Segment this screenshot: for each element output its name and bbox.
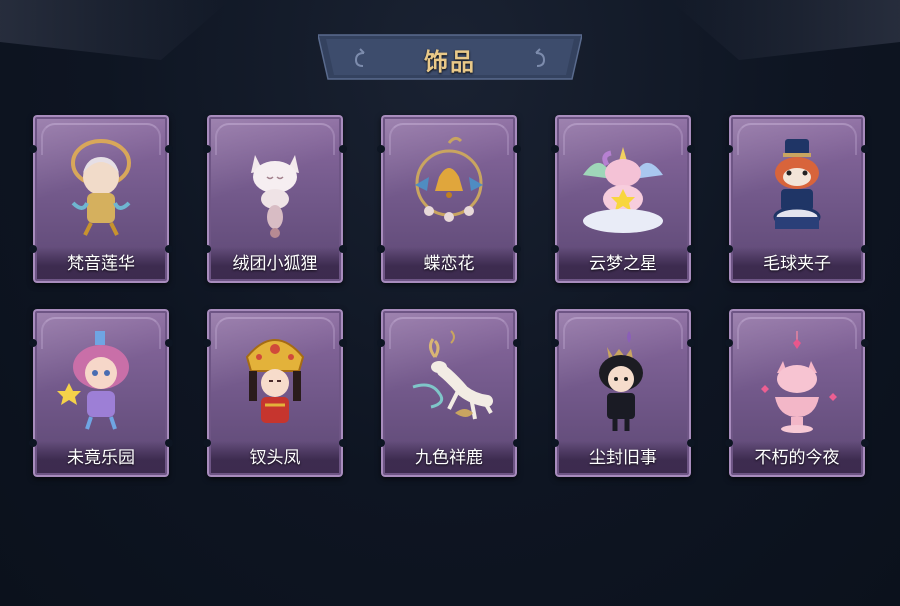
phoenix-crown-bride-icon: [245, 339, 305, 423]
white-deer-icon: [412, 330, 493, 420]
accessory-name: 绒团小狐狸: [211, 247, 339, 279]
accessory-name: 钗头凤: [211, 441, 339, 473]
accessory-card[interactable]: 钗头凤: [203, 309, 347, 477]
accessory-name: 梵音莲华: [37, 247, 165, 279]
accessory-card[interactable]: 尘封旧事: [551, 309, 695, 477]
pink-fox-cup-icon: [761, 331, 837, 433]
accessory-card[interactable]: 绒团小狐狸: [203, 115, 347, 283]
red-panda-drummer-icon: [773, 139, 821, 229]
corner-decoration-right: [670, 0, 900, 60]
accessory-card[interactable]: 云梦之星: [551, 115, 695, 283]
accessory-card[interactable]: 毛球夹子: [725, 115, 869, 283]
corner-decoration-left: [0, 0, 230, 60]
accessory-name: 九色祥鹿: [385, 441, 513, 473]
accessory-card[interactable]: 九色祥鹿: [377, 309, 521, 477]
title-banner: 饰品: [318, 33, 582, 81]
golden-haired-figure-icon: [71, 139, 131, 236]
accessory-name: 毛球夹子: [733, 247, 861, 279]
accessory-name: 云梦之星: [559, 247, 687, 279]
accessory-card[interactable]: 未竟乐园: [29, 309, 173, 477]
accessory-name: 尘封旧事: [559, 441, 687, 473]
accessory-card[interactable]: 不朽的今夜: [725, 309, 869, 477]
accessory-name: 不朽的今夜: [733, 441, 861, 473]
unicorn-on-cloud-icon: [583, 147, 663, 233]
accessory-name: 未竟乐园: [37, 441, 165, 473]
accessory-grid: 梵音莲华 绒团小狐狸 蝶恋花 云梦之星 毛球夹子 未竟乐园 钗头凤 九色祥鹿 尘…: [29, 115, 869, 481]
pink-haired-girl-icon: [57, 331, 129, 430]
page-title: 饰品: [424, 48, 476, 76]
dark-haired-chibi-icon: [599, 331, 643, 431]
white-fox-icon: [251, 155, 299, 238]
accessory-name: 蝶恋花: [385, 247, 513, 279]
accessory-card[interactable]: 蝶恋花: [377, 115, 521, 283]
accessory-page: 饰品 梵音莲华 绒团小狐狸 蝶恋花 云梦之星 毛球夹子 未竟乐园 钗头凤 九色祥…: [0, 0, 900, 606]
accessory-card[interactable]: 梵音莲华: [29, 115, 173, 283]
golden-bell-wreath-icon: [415, 136, 483, 222]
